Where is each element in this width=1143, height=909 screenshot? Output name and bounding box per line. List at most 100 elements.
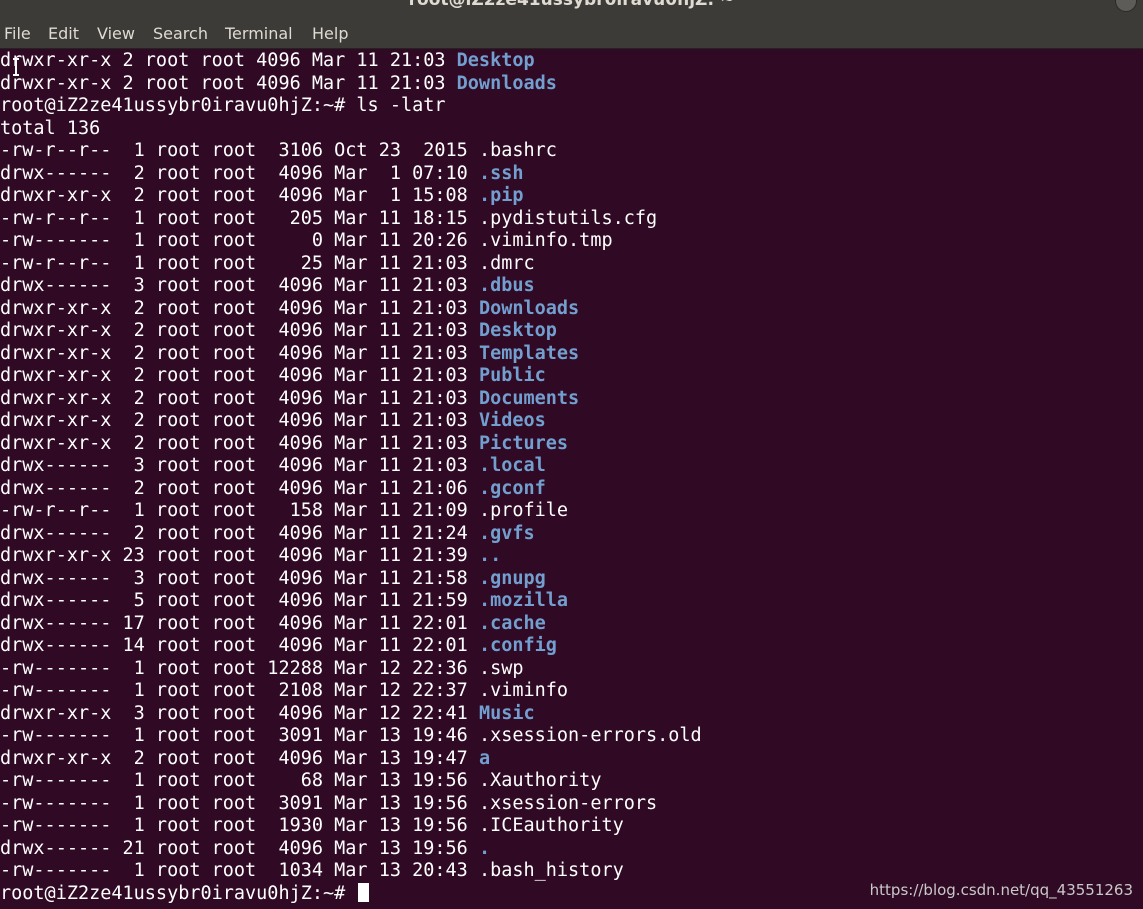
terminal-line: drwxr-xr-x 2 root root 4096 Mar 11 21:03… <box>0 73 557 96</box>
directory-name: .pip <box>478 185 524 206</box>
window-title: root@iZ2ze41ussybr0iravu0hjZ: ~ <box>408 0 735 10</box>
terminal-line: drwxr-xr-x 2 root root 4096 Mar 1 15:08 … <box>0 185 524 208</box>
terminal-line: drwxr-xr-x 2 root root 4096 Mar 11 21:03… <box>0 388 579 411</box>
line-text: -rw------- 1 root root 12288 Mar 12 22:3… <box>0 657 479 679</box>
terminal-line: drwx------ 2 root root 4096 Mar 11 21:24… <box>0 523 535 546</box>
terminal-output[interactable]: drwxr-xr-x 2 root root 4096 Mar 11 21:03… <box>0 50 1143 909</box>
text-cursor-icon <box>13 58 19 76</box>
directory-name: Downloads <box>478 297 580 319</box>
terminal-line: drwxr-xr-x 23 root root 4096 Mar 11 21:3… <box>0 545 501 568</box>
directory-name: .. <box>478 545 502 566</box>
line-text: drwx------ 17 root root 4096 Mar 11 22:0… <box>0 612 479 634</box>
terminal-line: drwx------ 14 root root 4096 Mar 11 22:0… <box>0 635 557 658</box>
directory-name: Desktop <box>478 320 557 341</box>
line-text: drwx------ 2 root root 4096 Mar 1 07:10 <box>0 162 479 184</box>
line-text: root@iZ2ze41ussybr0iravu0hjZ:~# ls -latr <box>0 95 446 116</box>
line-text: -rw-r--r-- 1 root root 158 Mar 11 21:09 <box>0 500 479 521</box>
shell-prompt: root@iZ2ze41ussybr0iravu0hjZ:~# <box>0 882 357 904</box>
line-text: drwxr-xr-x 2 root root 4096 Mar 11 21:03 <box>0 320 479 341</box>
line-text: drwxr-xr-x 2 root root 4096 Mar 11 21:03 <box>0 432 479 454</box>
directory-name: Videos <box>478 410 546 431</box>
terminal-line: drwx------ 5 root root 4096 Mar 11 21:59… <box>0 590 568 613</box>
directory-name: .cache <box>478 612 546 634</box>
line-text: -rw------- 1 root root 68 Mar 13 19:56 <box>0 770 479 791</box>
terminal-line: drwx------ 3 root root 4096 Mar 11 21:58… <box>0 568 546 591</box>
close-icon[interactable] <box>1115 0 1137 12</box>
terminal-line: drwx------ 3 root root 4096 Mar 11 21:03… <box>0 455 546 478</box>
menu-search[interactable]: Search <box>153 24 208 43</box>
line-text: -rw------- 1 root root 0 Mar 11 20:26 <box>0 230 479 251</box>
line-text: drwxr-xr-x 2 root root 4096 Mar 11 21:03 <box>0 410 479 431</box>
line-text: drwxr-xr-x 2 root root 4096 Mar 13 19:47 <box>0 747 479 769</box>
directory-name: .local <box>478 455 546 476</box>
terminal-line: -rw------- 1 root root 1034 Mar 13 20:43… <box>0 860 624 883</box>
file-name: .viminfo <box>478 680 569 701</box>
terminal-line: drwx------ 2 root root 4096 Mar 1 07:10 … <box>0 163 524 186</box>
file-name: .profile <box>478 500 569 521</box>
line-text: drwx------ 3 root root 4096 Mar 11 21:03 <box>0 455 479 476</box>
terminal-line: -rw-r--r-- 1 root root 158 Mar 11 21:09 … <box>0 500 568 523</box>
line-text: -rw------- 1 root root 3091 Mar 13 19:46 <box>0 725 479 746</box>
line-text: drwx------ 3 root root 4096 Mar 11 21:03 <box>0 275 479 296</box>
file-name: .bashrc <box>478 140 557 161</box>
terminal-line: -rw------- 1 root root 1930 Mar 13 19:56… <box>0 815 624 838</box>
menu-help[interactable]: Help <box>312 24 348 43</box>
directory-name: .dbus <box>478 275 535 296</box>
menu-file[interactable]: File <box>4 24 31 43</box>
line-text: -rw------- 1 root root 1034 Mar 13 20:43 <box>0 860 479 881</box>
line-text: drwxr-xr-x 2 root root 4096 Mar 11 21:03 <box>0 387 479 409</box>
line-text: drwxr-xr-x 2 root root 4096 Mar 11 21:03 <box>0 342 479 364</box>
menu-terminal[interactable]: Terminal <box>225 24 293 43</box>
file-name: .dmrc <box>478 252 535 274</box>
file-name: .xsession-errors <box>478 792 658 814</box>
terminal-line: drwxr-xr-x 2 root root 4096 Mar 11 21:03… <box>0 50 535 73</box>
directory-name: .config <box>478 635 557 656</box>
line-text: drwx------ 3 root root 4096 Mar 11 21:58 <box>0 567 479 589</box>
directory-name: .ssh <box>478 162 524 184</box>
menu-view[interactable]: View <box>97 24 135 43</box>
terminal-line: -rw-r--r-- 1 root root 25 Mar 11 21:03 .… <box>0 253 535 276</box>
directory-name: Pictures <box>478 432 569 454</box>
directory-name: Documents <box>478 387 580 409</box>
line-text: -rw------- 1 root root 2108 Mar 12 22:37 <box>0 680 479 701</box>
line-text: -rw------- 1 root root 1930 Mar 13 19:56 <box>0 815 479 836</box>
line-text: drwx------ 14 root root 4096 Mar 11 22:0… <box>0 635 479 656</box>
file-name: .ICEauthority <box>478 815 624 836</box>
line-text: drwxr-xr-x 2 root root 4096 Mar 11 21:03 <box>0 50 457 71</box>
terminal-line: drwx------ 3 root root 4096 Mar 11 21:03… <box>0 275 535 298</box>
title-bar: root@iZ2ze41ussybr0iravu0hjZ: ~ <box>0 0 1143 18</box>
terminal-line: drwxr-xr-x 2 root root 4096 Mar 11 21:03… <box>0 298 579 321</box>
terminal-line: drwxr-xr-x 2 root root 4096 Mar 11 21:03… <box>0 433 568 456</box>
terminal-line: drwxr-xr-x 2 root root 4096 Mar 11 21:03… <box>0 320 557 343</box>
menu-edit[interactable]: Edit <box>48 24 79 43</box>
directory-name: Templates <box>478 342 580 364</box>
prompt-line[interactable]: root@iZ2ze41ussybr0iravu0hjZ:~# <box>0 882 370 906</box>
line-text: drwx------ 21 root root 4096 Mar 13 19:5… <box>0 837 479 859</box>
terminal-line: -rw------- 1 root root 0 Mar 11 20:26 .v… <box>0 230 613 253</box>
directory-name: .gconf <box>478 477 546 499</box>
line-text: total 136 <box>0 117 101 139</box>
line-text: drwxr-xr-x 2 root root 4096 Mar 11 21:03 <box>0 297 479 319</box>
terminal-line: -rw------- 1 root root 3091 Mar 13 19:56… <box>0 793 657 816</box>
terminal-line: total 136 <box>0 118 100 141</box>
line-text: drwxr-xr-x 2 root root 4096 Mar 1 15:08 <box>0 185 479 206</box>
line-text: drwxr-xr-x 3 root root 4096 Mar 12 22:41 <box>0 702 479 724</box>
terminal-line: drwx------ 17 root root 4096 Mar 11 22:0… <box>0 613 546 636</box>
directory-name: Desktop <box>456 50 535 71</box>
terminal-line: -rw-r--r-- 1 root root 205 Mar 11 18:15 … <box>0 208 657 231</box>
terminal-line: -rw------- 1 root root 3091 Mar 13 19:46… <box>0 725 702 748</box>
file-name: .bash_history <box>478 860 624 881</box>
file-name: .swp <box>478 657 524 679</box>
file-name: .viminfo.tmp <box>478 230 613 251</box>
terminal-line: -rw------- 1 root root 2108 Mar 12 22:37… <box>0 680 568 703</box>
terminal-cursor <box>358 882 370 902</box>
file-name: .Xauthority <box>478 770 602 791</box>
terminal-line: drwxr-xr-x 2 root root 4096 Mar 13 19:47… <box>0 748 490 771</box>
terminal-line: drwxr-xr-x 3 root root 4096 Mar 12 22:41… <box>0 703 535 726</box>
terminal-line: -rw------- 1 root root 68 Mar 13 19:56 .… <box>0 770 601 793</box>
line-text: drwx------ 5 root root 4096 Mar 11 21:59 <box>0 590 479 611</box>
directory-name: .gvfs <box>478 522 535 544</box>
terminal-line: drwxr-xr-x 2 root root 4096 Mar 11 21:03… <box>0 410 546 433</box>
terminal-line: drwxr-xr-x 2 root root 4096 Mar 11 21:03… <box>0 365 546 388</box>
line-text: -rw-r--r-- 1 root root 3106 Oct 23 2015 <box>0 140 479 161</box>
